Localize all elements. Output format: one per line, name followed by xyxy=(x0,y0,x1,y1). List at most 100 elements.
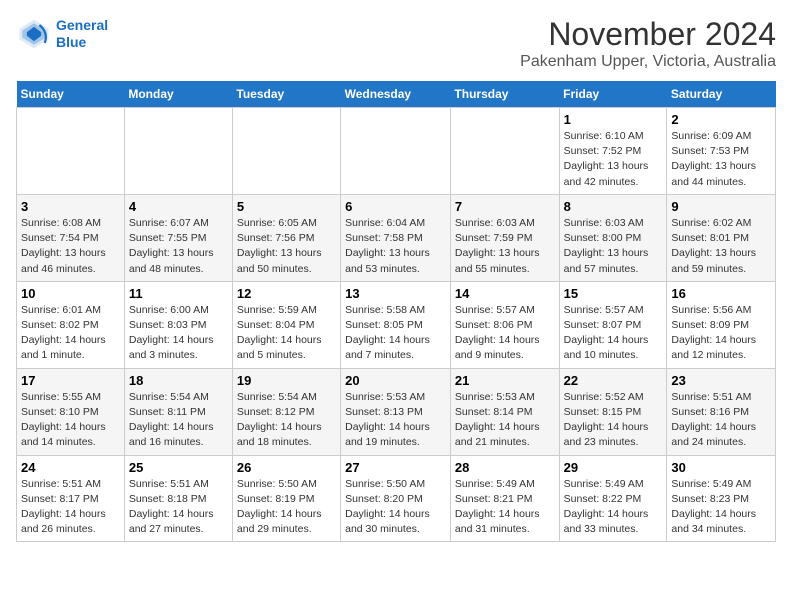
weekday-header-monday: Monday xyxy=(124,81,232,108)
calendar-cell: 22 Sunrise: 5:52 AM Sunset: 8:15 PM Dayli… xyxy=(559,368,667,455)
weekday-header-thursday: Thursday xyxy=(450,81,559,108)
day-number: 8 xyxy=(564,199,663,214)
calendar-cell: 24 Sunrise: 5:51 AM Sunset: 8:17 PM Dayli… xyxy=(17,455,125,542)
calendar-cell: 1 Sunrise: 6:10 AM Sunset: 7:52 PM Daylig… xyxy=(559,108,667,195)
day-info: Sunrise: 5:57 AM Sunset: 8:07 PM Dayligh… xyxy=(564,303,663,364)
calendar-cell: 14 Sunrise: 5:57 AM Sunset: 8:06 PM Dayli… xyxy=(450,281,559,368)
day-number: 24 xyxy=(21,460,120,475)
day-info: Sunrise: 6:10 AM Sunset: 7:52 PM Dayligh… xyxy=(564,129,663,190)
day-info: Sunrise: 5:49 AM Sunset: 8:21 PM Dayligh… xyxy=(455,477,555,538)
day-number: 28 xyxy=(455,460,555,475)
day-info: Sunrise: 6:00 AM Sunset: 8:03 PM Dayligh… xyxy=(129,303,228,364)
day-info: Sunrise: 5:51 AM Sunset: 8:18 PM Dayligh… xyxy=(129,477,228,538)
weekday-header-friday: Friday xyxy=(559,81,667,108)
day-info: Sunrise: 5:53 AM Sunset: 8:13 PM Dayligh… xyxy=(345,390,446,451)
calendar-cell: 26 Sunrise: 5:50 AM Sunset: 8:19 PM Dayli… xyxy=(232,455,340,542)
day-info: Sunrise: 5:54 AM Sunset: 8:12 PM Dayligh… xyxy=(237,390,336,451)
day-number: 1 xyxy=(564,112,663,127)
calendar-cell: 15 Sunrise: 5:57 AM Sunset: 8:07 PM Dayli… xyxy=(559,281,667,368)
day-number: 26 xyxy=(237,460,336,475)
day-number: 11 xyxy=(129,286,228,301)
calendar-header-row: SundayMondayTuesdayWednesdayThursdayFrid… xyxy=(17,81,776,108)
day-info: Sunrise: 5:59 AM Sunset: 8:04 PM Dayligh… xyxy=(237,303,336,364)
calendar-cell: 27 Sunrise: 5:50 AM Sunset: 8:20 PM Dayli… xyxy=(341,455,451,542)
day-info: Sunrise: 6:02 AM Sunset: 8:01 PM Dayligh… xyxy=(671,216,771,277)
day-number: 23 xyxy=(671,373,771,388)
calendar-body: 1 Sunrise: 6:10 AM Sunset: 7:52 PM Daylig… xyxy=(17,108,776,542)
calendar-cell: 10 Sunrise: 6:01 AM Sunset: 8:02 PM Dayli… xyxy=(17,281,125,368)
page-header: General Blue November 2024 Pakenham Uppe… xyxy=(16,16,776,71)
calendar-cell: 28 Sunrise: 5:49 AM Sunset: 8:21 PM Dayli… xyxy=(450,455,559,542)
month-title: November 2024 xyxy=(520,16,776,53)
day-number: 4 xyxy=(129,199,228,214)
calendar-cell: 8 Sunrise: 6:03 AM Sunset: 8:00 PM Daylig… xyxy=(559,194,667,281)
calendar-cell: 21Sunrise: 5:53 AM Sunset: 8:14 PM Dayli… xyxy=(450,368,559,455)
day-number: 17 xyxy=(21,373,120,388)
day-number: 13 xyxy=(345,286,446,301)
calendar-cell: 11 Sunrise: 6:00 AM Sunset: 8:03 PM Dayli… xyxy=(124,281,232,368)
day-number: 5 xyxy=(237,199,336,214)
calendar-cell: 17 Sunrise: 5:55 AM Sunset: 8:10 PM Dayli… xyxy=(17,368,125,455)
day-number: 27 xyxy=(345,460,446,475)
calendar-cell: 6Sunrise: 6:04 AM Sunset: 7:58 PM Daylig… xyxy=(341,194,451,281)
day-number: 16 xyxy=(671,286,771,301)
day-info: Sunrise: 6:03 AM Sunset: 8:00 PM Dayligh… xyxy=(564,216,663,277)
day-number: 19 xyxy=(237,373,336,388)
day-number: 29 xyxy=(564,460,663,475)
day-info: Sunrise: 5:54 AM Sunset: 8:11 PM Dayligh… xyxy=(129,390,228,451)
calendar-cell: 25 Sunrise: 5:51 AM Sunset: 8:18 PM Dayli… xyxy=(124,455,232,542)
weekday-header-wednesday: Wednesday xyxy=(341,81,451,108)
day-info: Sunrise: 5:55 AM Sunset: 8:10 PM Dayligh… xyxy=(21,390,120,451)
calendar-cell: 4 Sunrise: 6:07 AM Sunset: 7:55 PM Daylig… xyxy=(124,194,232,281)
day-number: 30 xyxy=(671,460,771,475)
day-number: 21 xyxy=(455,373,555,388)
calendar-week-4: 17 Sunrise: 5:55 AM Sunset: 8:10 PM Dayli… xyxy=(17,368,776,455)
day-number: 9 xyxy=(671,199,771,214)
calendar-cell: 5Sunrise: 6:05 AM Sunset: 7:56 PM Daylig… xyxy=(232,194,340,281)
day-number: 12 xyxy=(237,286,336,301)
calendar-cell: 23 Sunrise: 5:51 AM Sunset: 8:16 PM Dayli… xyxy=(667,368,776,455)
day-info: Sunrise: 6:01 AM Sunset: 8:02 PM Dayligh… xyxy=(21,303,120,364)
calendar-cell: 30 Sunrise: 5:49 AM Sunset: 8:23 PM Dayli… xyxy=(667,455,776,542)
day-number: 2 xyxy=(671,112,771,127)
calendar-week-2: 3Sunrise: 6:08 AM Sunset: 7:54 PM Daylig… xyxy=(17,194,776,281)
day-info: Sunrise: 5:51 AM Sunset: 8:16 PM Dayligh… xyxy=(671,390,771,451)
day-info: Sunrise: 6:08 AM Sunset: 7:54 PM Dayligh… xyxy=(21,216,120,277)
calendar-cell: 7Sunrise: 6:03 AM Sunset: 7:59 PM Daylig… xyxy=(450,194,559,281)
logo: General Blue xyxy=(16,16,108,52)
day-info: Sunrise: 5:52 AM Sunset: 8:15 PM Dayligh… xyxy=(564,390,663,451)
day-info: Sunrise: 6:07 AM Sunset: 7:55 PM Dayligh… xyxy=(129,216,228,277)
day-info: Sunrise: 5:49 AM Sunset: 8:23 PM Dayligh… xyxy=(671,477,771,538)
day-number: 6 xyxy=(345,199,446,214)
calendar-week-5: 24 Sunrise: 5:51 AM Sunset: 8:17 PM Dayli… xyxy=(17,455,776,542)
weekday-header-sunday: Sunday xyxy=(17,81,125,108)
day-number: 25 xyxy=(129,460,228,475)
location-subtitle: Pakenham Upper, Victoria, Australia xyxy=(520,53,776,71)
calendar-cell: 13 Sunrise: 5:58 AM Sunset: 8:05 PM Dayli… xyxy=(341,281,451,368)
day-number: 18 xyxy=(129,373,228,388)
weekday-header-saturday: Saturday xyxy=(667,81,776,108)
day-number: 15 xyxy=(564,286,663,301)
day-number: 14 xyxy=(455,286,555,301)
calendar-cell: 2 Sunrise: 6:09 AM Sunset: 7:53 PM Daylig… xyxy=(667,108,776,195)
day-info: Sunrise: 5:51 AM Sunset: 8:17 PM Dayligh… xyxy=(21,477,120,538)
calendar-cell: 3Sunrise: 6:08 AM Sunset: 7:54 PM Daylig… xyxy=(17,194,125,281)
day-info: Sunrise: 5:56 AM Sunset: 8:09 PM Dayligh… xyxy=(671,303,771,364)
day-number: 10 xyxy=(21,286,120,301)
day-info: Sunrise: 5:57 AM Sunset: 8:06 PM Dayligh… xyxy=(455,303,555,364)
calendar-cell: 20 Sunrise: 5:53 AM Sunset: 8:13 PM Dayli… xyxy=(341,368,451,455)
logo-icon xyxy=(16,16,52,52)
day-info: Sunrise: 5:50 AM Sunset: 8:20 PM Dayligh… xyxy=(345,477,446,538)
day-info: Sunrise: 5:50 AM Sunset: 8:19 PM Dayligh… xyxy=(237,477,336,538)
calendar-table: SundayMondayTuesdayWednesdayThursdayFrid… xyxy=(16,81,776,542)
day-number: 22 xyxy=(564,373,663,388)
day-info: Sunrise: 6:09 AM Sunset: 7:53 PM Dayligh… xyxy=(671,129,771,190)
calendar-cell xyxy=(232,108,340,195)
calendar-week-1: 1 Sunrise: 6:10 AM Sunset: 7:52 PM Daylig… xyxy=(17,108,776,195)
day-info: Sunrise: 5:58 AM Sunset: 8:05 PM Dayligh… xyxy=(345,303,446,364)
logo-line1: General xyxy=(56,17,108,33)
calendar-cell xyxy=(450,108,559,195)
calendar-cell xyxy=(17,108,125,195)
calendar-cell: 12 Sunrise: 5:59 AM Sunset: 8:04 PM Dayli… xyxy=(232,281,340,368)
day-number: 20 xyxy=(345,373,446,388)
